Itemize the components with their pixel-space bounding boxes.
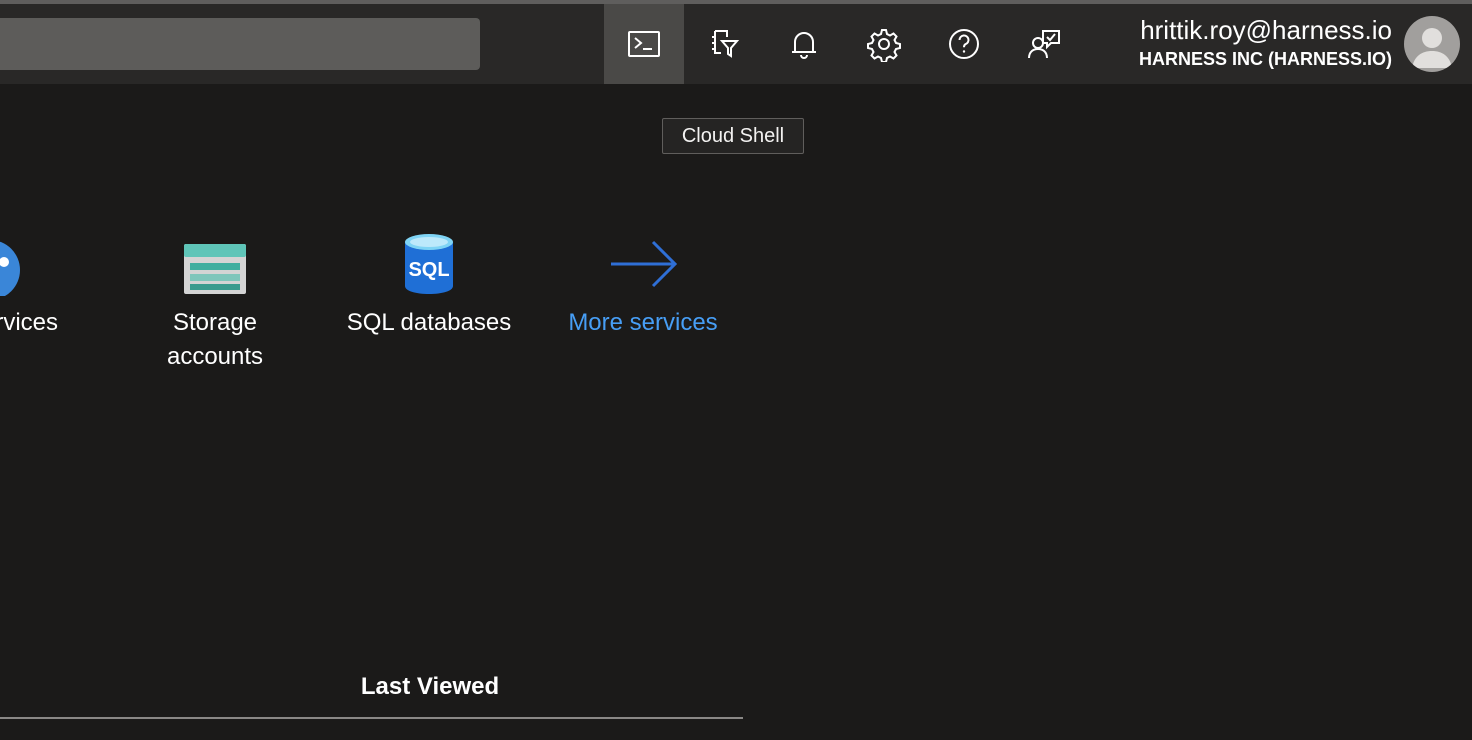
notifications-button[interactable] bbox=[764, 4, 844, 84]
settings-button[interactable] bbox=[844, 4, 924, 84]
feedback-button[interactable] bbox=[1004, 4, 1084, 84]
more-services-link[interactable]: More services bbox=[553, 222, 733, 340]
top-header-bar: hrittik.roy@harness.io HARNESS INC (HARN… bbox=[0, 4, 1472, 84]
account-email: hrittik.roy@harness.io bbox=[1140, 15, 1392, 45]
service-label: SQL databases bbox=[346, 309, 512, 336]
service-tile-storage-accounts[interactable]: Storage accounts bbox=[135, 222, 295, 374]
sql-database-icon: SQL bbox=[405, 234, 453, 294]
service-label: ervices bbox=[0, 309, 59, 336]
storage-accounts-icon bbox=[184, 244, 246, 294]
last-viewed-heading: Last Viewed bbox=[360, 673, 500, 700]
cloud-shell-icon bbox=[628, 31, 660, 57]
sql-icon-text: SQL bbox=[408, 259, 449, 281]
feedback-icon bbox=[1028, 30, 1060, 59]
service-label-line2: accounts bbox=[166, 343, 264, 370]
search-input[interactable] bbox=[0, 18, 480, 70]
help-icon bbox=[949, 29, 979, 59]
account-organization: HARNESS INC (HARNESS.IO) bbox=[1138, 49, 1392, 69]
service-label-line1: Storage bbox=[172, 309, 258, 336]
gear-icon bbox=[867, 29, 901, 62]
cloud-shell-tooltip: Cloud Shell bbox=[662, 118, 804, 154]
service-tile-sql-databases[interactable]: SQL SQL databases bbox=[329, 222, 529, 340]
user-avatar-icon bbox=[1412, 28, 1452, 68]
more-services-label: More services bbox=[568, 309, 718, 336]
avatar[interactable] bbox=[1404, 16, 1460, 72]
cloud-shell-button[interactable] bbox=[604, 4, 684, 84]
account-info[interactable]: hrittik.roy@harness.io HARNESS INC (HARN… bbox=[1139, 14, 1392, 72]
service-tile-app-services[interactable]: ervices bbox=[0, 222, 110, 340]
arrow-right-icon bbox=[611, 240, 678, 288]
help-button[interactable] bbox=[924, 4, 1004, 84]
bell-icon bbox=[792, 32, 816, 59]
app-services-icon bbox=[0, 241, 20, 296]
section-divider bbox=[0, 717, 743, 719]
directory-filter-icon bbox=[712, 30, 740, 58]
directory-filter-button[interactable] bbox=[684, 4, 764, 84]
